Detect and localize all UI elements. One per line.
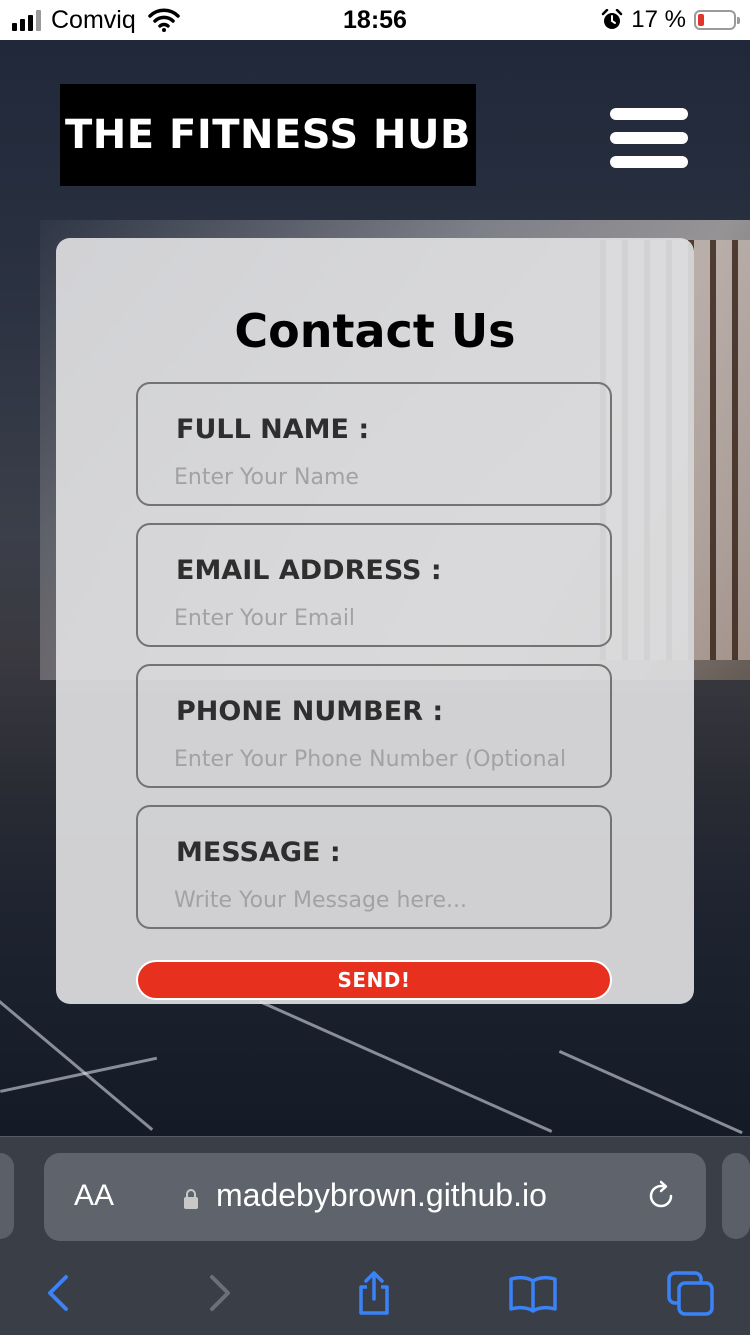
phone-label: PHONE NUMBER : (176, 696, 444, 727)
full-name-label: FULL NAME : (176, 414, 370, 445)
message-field: MESSAGE : (136, 805, 612, 929)
text-size-button[interactable]: AA (74, 1179, 114, 1213)
message-input[interactable] (174, 883, 582, 917)
browser-toolbar (0, 1261, 750, 1331)
email-input[interactable] (174, 601, 582, 635)
contact-form: Contact Us FULL NAME : EMAIL ADDRESS : P… (56, 238, 694, 1004)
tabs-icon[interactable] (666, 1269, 716, 1317)
status-bar: Comviq 18:56 17 % (0, 0, 750, 40)
site-logo[interactable]: THE FITNESS HUB (60, 84, 476, 186)
next-tab-preview[interactable] (722, 1153, 750, 1239)
full-name-input[interactable] (174, 460, 582, 494)
send-button[interactable]: SEND! (136, 960, 612, 1000)
email-label: EMAIL ADDRESS : (176, 555, 442, 586)
back-icon[interactable] (38, 1269, 82, 1317)
previous-tab-preview[interactable] (0, 1153, 14, 1239)
bookmarks-icon[interactable] (508, 1269, 558, 1317)
url-text: madebybrown.github.io (216, 1177, 547, 1213)
phone-input[interactable] (174, 742, 582, 776)
phone-field: PHONE NUMBER : (136, 664, 612, 788)
message-label: MESSAGE : (176, 837, 341, 868)
full-name-field: FULL NAME : (136, 382, 612, 506)
browser-chrome: AA madebybrown.github.io (0, 1136, 750, 1335)
lock-icon (184, 1189, 198, 1209)
email-field: EMAIL ADDRESS : (136, 523, 612, 647)
address-bar[interactable]: AA madebybrown.github.io (44, 1153, 706, 1241)
reload-icon[interactable] (644, 1179, 678, 1213)
battery-icon (694, 10, 740, 30)
alarm-icon (602, 9, 623, 29)
share-icon[interactable] (352, 1269, 396, 1317)
forward-icon[interactable] (196, 1269, 240, 1317)
logo-text: THE FITNESS HUB (65, 112, 471, 158)
battery-percentage: 17 % (631, 6, 686, 33)
hamburger-menu-icon[interactable] (610, 108, 690, 172)
contact-title: Contact Us (234, 304, 516, 358)
